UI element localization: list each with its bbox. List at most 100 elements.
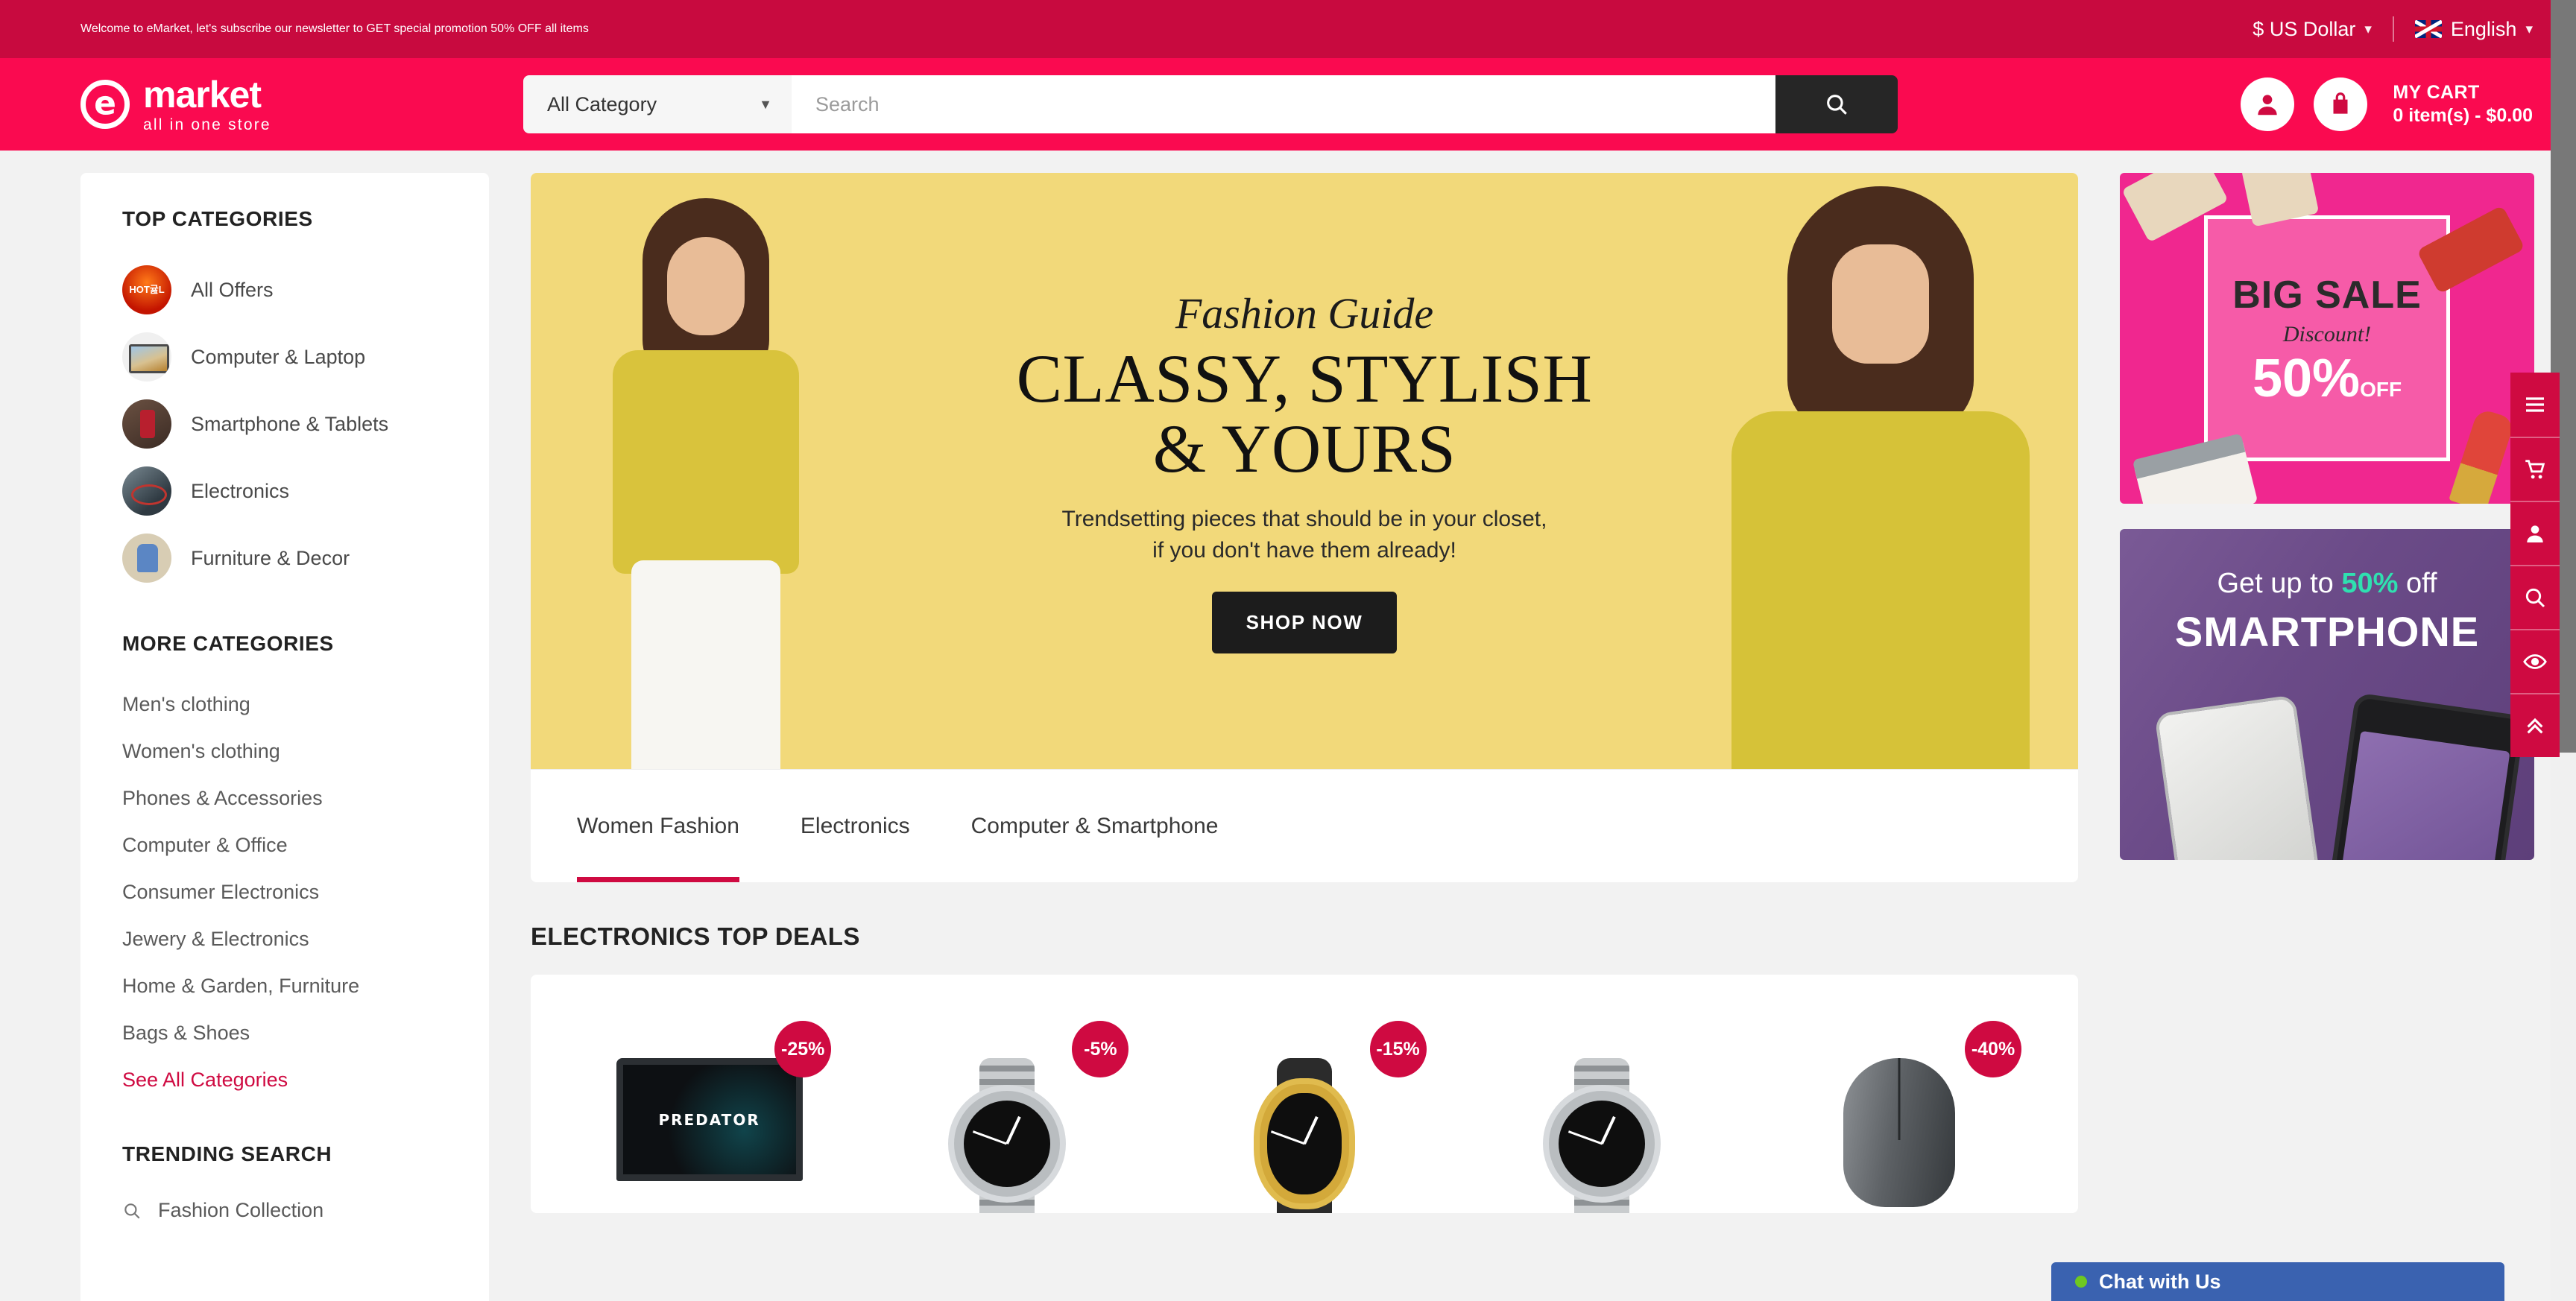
category-select[interactable]: All Category ▼ <box>523 75 792 133</box>
hero-model-right-image <box>1705 173 2056 769</box>
cream-jar-image <box>2132 433 2258 504</box>
product-image <box>914 1058 1100 1213</box>
discount-badge: -40% <box>1965 1021 2022 1077</box>
category-link-jewery-electronics[interactable]: Jewery & Electronics <box>122 916 447 963</box>
category-link-mens-clothing[interactable]: Men's clothing <box>122 681 447 728</box>
sidebar-item-label: Smartphone & Tablets <box>191 412 389 435</box>
search-button[interactable] <box>1775 75 1898 133</box>
search-icon <box>2525 588 2545 608</box>
promo-big-sale-content: BIG SALE Discount! 50%OFF <box>2204 215 2450 461</box>
announcement-bar: Welcome to eMarket, let's subscribe our … <box>0 0 2576 58</box>
product-card[interactable]: -15% <box>1155 1015 1453 1213</box>
sidebar-item-label: Electronics <box>191 479 290 502</box>
search-input[interactable] <box>792 75 1775 133</box>
category-link-womens-clothing[interactable]: Women's clothing <box>122 728 447 775</box>
tab-computer-smartphone[interactable]: Computer & Smartphone <box>971 770 1219 882</box>
discount-badge: -15% <box>1369 1021 1427 1077</box>
chat-widget[interactable]: Chat with Us <box>2051 1262 2504 1301</box>
sidebar-item-computer-laptop[interactable]: Computer & Laptop <box>122 323 447 390</box>
product-card[interactable]: -25% PREDATOR <box>561 1015 858 1213</box>
account-rail-button[interactable] <box>2510 501 2560 565</box>
cart-rail-button[interactable] <box>2510 437 2560 501</box>
currency-selector[interactable]: $ US Dollar ▾ <box>2253 18 2372 41</box>
site-header: market all in one store All Category ▼ <box>0 58 2576 151</box>
account-button[interactable] <box>2241 77 2295 131</box>
see-all-categories-link[interactable]: See All Categories <box>122 1057 447 1104</box>
section-title-electronics-top-deals: ELECTRONICS TOP DEALS <box>531 922 860 950</box>
uk-flag-icon <box>2414 20 2442 38</box>
phone-screen-time: 14:00 <box>2337 730 2510 860</box>
logo-name: market <box>143 74 262 115</box>
mouse-image <box>1832 1058 1966 1207</box>
promo-big-sale-subtitle: Discount! <box>2282 321 2372 346</box>
search-rail-button[interactable] <box>2510 565 2560 629</box>
promo-smartphone-title: SMARTPHONE <box>2174 608 2480 655</box>
category-link-phones-accessories[interactable]: Phones & Accessories <box>122 775 447 822</box>
monitor-icon <box>122 332 171 382</box>
hero-card: Fashion Guide CLASSY, STYLISH & YOURS Tr… <box>531 173 2078 882</box>
category-select-label: All Category <box>547 92 657 115</box>
product-card[interactable] <box>1453 1015 1751 1213</box>
promo-column: BIG SALE Discount! 50%OFF Get up to 50% … <box>2120 173 2534 1301</box>
watch-image <box>1535 1058 1669 1213</box>
category-link-computer-office[interactable]: Computer & Office <box>122 822 447 869</box>
promo-smartphone-line: Get up to 50% off <box>2120 568 2534 600</box>
scroll-to-top-button[interactable] <box>2510 693 2560 757</box>
chevron-up-icon <box>2527 718 2543 734</box>
eye-icon <box>2523 654 2547 669</box>
shop-now-button[interactable]: SHOP NOW <box>1211 591 1398 653</box>
phone-white-image <box>2154 694 2323 860</box>
language-selector[interactable]: English ▾ <box>2414 17 2533 41</box>
category-link-consumer-electronics[interactable]: Consumer Electronics <box>122 869 447 916</box>
category-link-bags-shoes[interactable]: Bags & Shoes <box>122 1010 447 1057</box>
cart-summary[interactable]: MY CART 0 item(s) - $0.00 <box>2393 81 2533 128</box>
logo-text: market all in one store <box>143 76 271 133</box>
discount-badge: -5% <box>1072 1021 1129 1077</box>
sidebar-item-electronics[interactable]: Electronics <box>122 458 447 525</box>
product-brand-label: PREDATOR <box>658 1110 760 1129</box>
hero-title-line1: CLASSY, STYLISH <box>1016 341 1593 417</box>
sidebar-item-smartphone-tablets[interactable]: Smartphone & Tablets <box>122 390 447 458</box>
category-link-home-garden-furniture[interactable]: Home & Garden, Furniture <box>122 963 447 1010</box>
tab-women-fashion[interactable]: Women Fashion <box>577 770 739 882</box>
hero-subtitle-line1: Trendsetting pieces that should be in yo… <box>1061 506 1547 531</box>
cart-button[interactable] <box>2314 77 2368 131</box>
chat-label: Chat with Us <box>2099 1270 2221 1293</box>
laptop-image: PREDATOR <box>616 1058 803 1200</box>
product-image: PREDATOR <box>616 1058 803 1213</box>
category-tabs: Women Fashion Electronics Computer & Sma… <box>531 769 2078 882</box>
phone-black-image: 14:00 <box>2326 692 2526 860</box>
hero-banner[interactable]: Fashion Guide CLASSY, STYLISH & YOURS Tr… <box>531 173 2078 769</box>
furniture-icon <box>122 534 171 583</box>
promo-percent-value: 50 <box>2252 348 2313 408</box>
trending-item-fashion-collection[interactable]: Fashion Collection <box>122 1191 447 1229</box>
hero-kicker: Fashion Guide <box>1175 289 1434 338</box>
shopping-bag-icon <box>2333 92 2348 114</box>
tab-electronics[interactable]: Electronics <box>801 770 910 882</box>
language-label: English <box>2450 17 2517 40</box>
promo-big-sale[interactable]: BIG SALE Discount! 50%OFF <box>2120 173 2534 504</box>
menu-icon <box>2526 397 2544 412</box>
promo-smartphone[interactable]: Get up to 50% off SMARTPHONE 14:00 <box>2120 529 2534 860</box>
product-card[interactable]: -40% <box>1751 1015 2048 1213</box>
page-root: Welcome to eMarket, let's subscribe our … <box>0 0 2576 1301</box>
discount-badge: -25% <box>774 1021 832 1077</box>
sidebar: TOP CATEGORIES All Offers Computer & Lap… <box>80 173 489 1301</box>
user-icon <box>2527 525 2543 542</box>
menu-button[interactable] <box>2510 373 2560 437</box>
cart-icon <box>2525 460 2545 479</box>
trending-item-label: Fashion Collection <box>158 1199 324 1221</box>
product-carousel: -25% PREDATOR -5% -15% -40% <box>531 975 2078 1213</box>
sidebar-item-all-offers[interactable]: All Offers <box>122 256 447 323</box>
more-categories-list: Men's clothing Women's clothing Phones &… <box>122 681 447 1104</box>
announcement-text: Welcome to eMarket, let's subscribe our … <box>80 22 589 35</box>
product-card[interactable]: -5% <box>858 1015 1155 1213</box>
product-image <box>1806 1058 1992 1213</box>
online-status-dot <box>2075 1276 2087 1288</box>
sidebar-item-furniture-decor[interactable]: Furniture & Decor <box>122 525 447 592</box>
trending-heading: TRENDING SEARCH <box>122 1142 332 1165</box>
recently-viewed-button[interactable] <box>2510 629 2560 693</box>
search-bar: All Category ▼ <box>523 75 1898 133</box>
promo-big-sale-title: BIG SALE <box>2232 273 2422 317</box>
logo[interactable]: market all in one store <box>80 76 498 133</box>
